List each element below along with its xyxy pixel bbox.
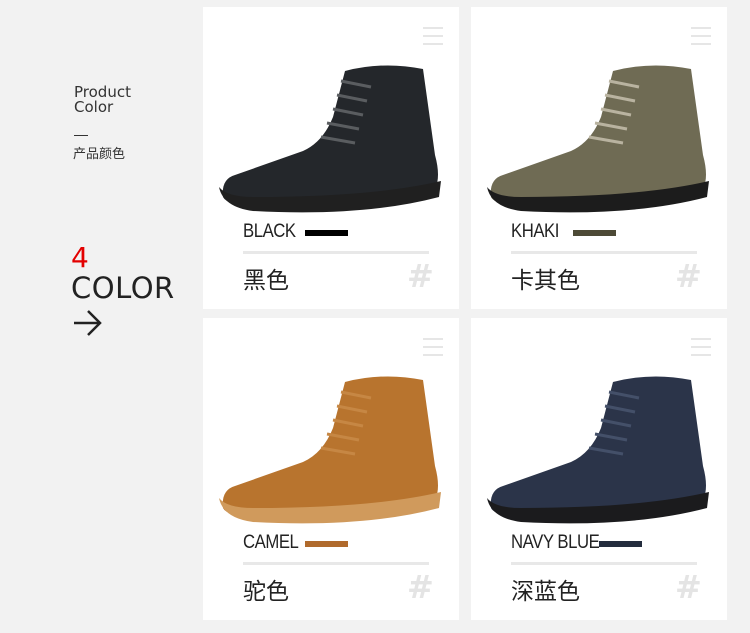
product-color-heading-cn: 产品颜色 xyxy=(73,147,126,162)
color-name-cn: 黑色 xyxy=(243,268,289,294)
hash-icon: # xyxy=(407,257,434,295)
product-card-khaki[interactable]: KHAKI 卡其色 # xyxy=(471,7,727,309)
color-swatch xyxy=(573,230,616,236)
divider xyxy=(511,562,697,565)
shoe-image-camel xyxy=(219,376,441,524)
product-color-heading-en: Product Color xyxy=(74,83,131,116)
divider xyxy=(243,251,429,254)
color-word: COLOR xyxy=(71,271,175,305)
color-name-cn: 深蓝色 xyxy=(511,579,580,605)
product-card-camel[interactable]: CAMEL 驼色 # xyxy=(203,318,459,620)
shoe-image-black xyxy=(219,65,441,213)
color-name-en: KHAKI xyxy=(511,221,559,242)
hash-icon: # xyxy=(675,568,702,606)
color-swatch xyxy=(599,541,642,547)
color-name-en: CAMEL xyxy=(243,532,299,553)
menu-icon xyxy=(423,338,443,360)
shoe-image-navy-blue xyxy=(487,376,709,524)
color-swatch xyxy=(305,230,348,236)
product-card-navy-blue[interactable]: NAVY BLUE 深蓝色 # xyxy=(471,318,727,620)
color-count: 4 xyxy=(71,241,89,274)
hash-icon: # xyxy=(675,257,702,295)
color-name-en: BLACK xyxy=(243,221,296,242)
product-card-black[interactable]: BLACK 黑色 # xyxy=(203,7,459,309)
shoe-image-khaki xyxy=(487,65,709,213)
color-swatch xyxy=(305,541,348,547)
color-name-cn: 驼色 xyxy=(243,579,289,605)
hash-icon: # xyxy=(407,568,434,606)
heading-divider xyxy=(74,135,88,136)
arrow-right-icon xyxy=(74,310,102,336)
menu-icon xyxy=(691,27,711,49)
divider xyxy=(511,251,697,254)
divider xyxy=(243,562,429,565)
color-name-en: NAVY BLUE xyxy=(511,532,600,553)
menu-icon xyxy=(691,338,711,360)
color-name-cn: 卡其色 xyxy=(511,268,580,294)
sidebar: Product Color 产品颜色 4 COLOR xyxy=(0,0,200,633)
menu-icon xyxy=(423,27,443,49)
